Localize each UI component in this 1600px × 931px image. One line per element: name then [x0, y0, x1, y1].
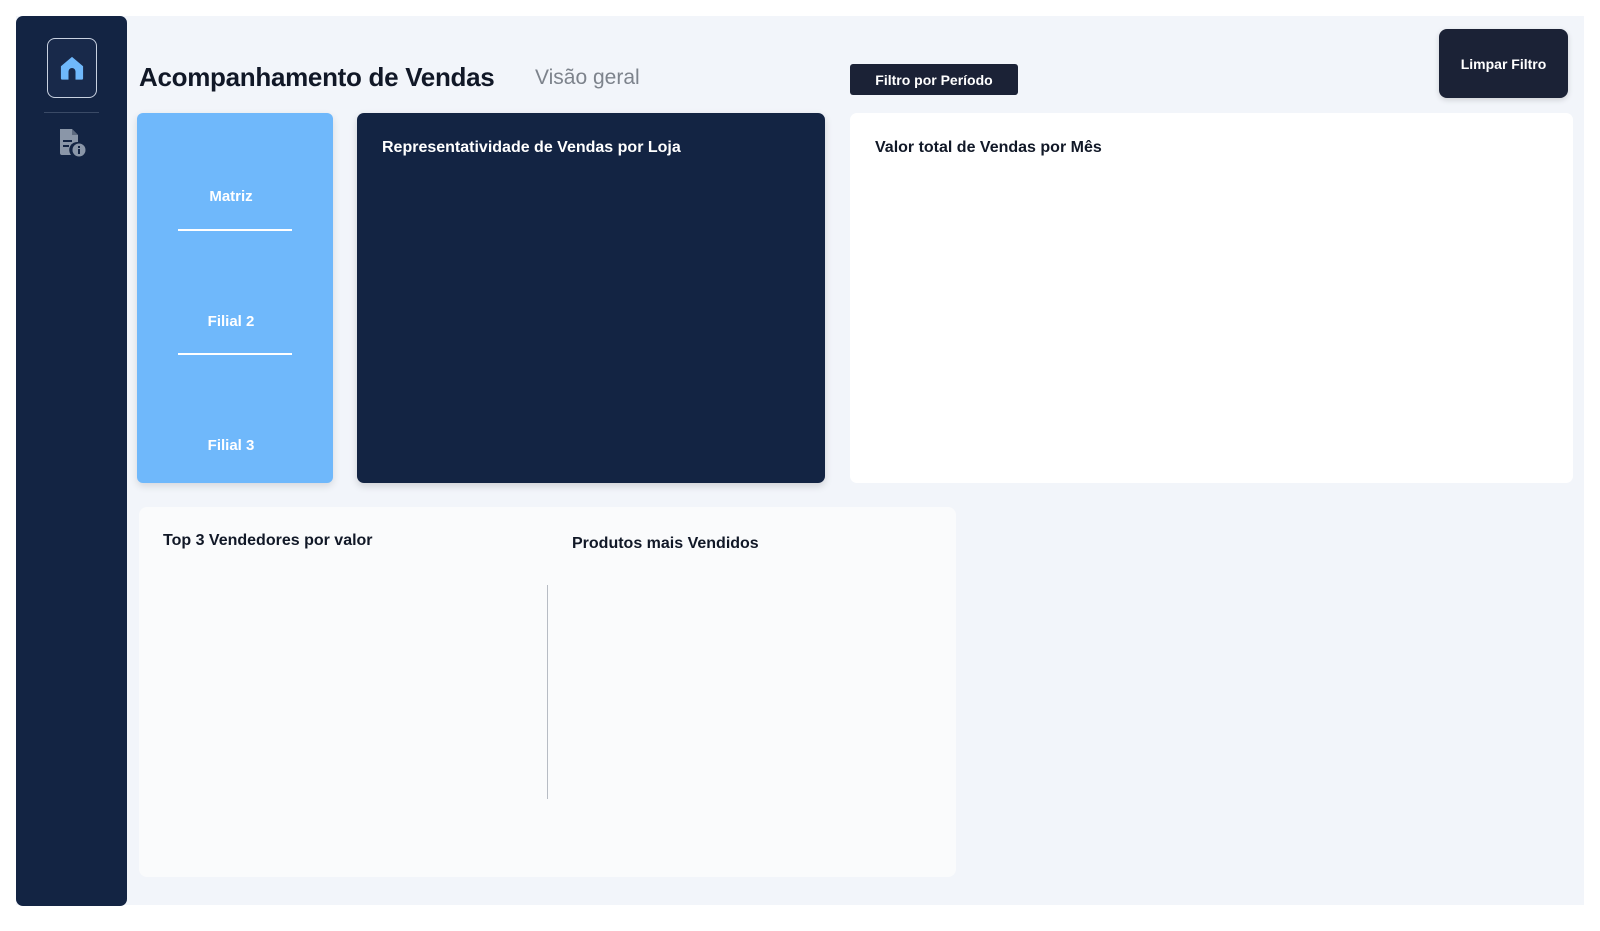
- nav-report-button[interactable]: [56, 126, 88, 160]
- clear-filter-button[interactable]: Limpar Filtro: [1439, 29, 1568, 98]
- period-filter-button[interactable]: Filtro por Período: [850, 64, 1018, 95]
- store-item-matriz[interactable]: Matriz: [137, 188, 325, 205]
- store-selector: Matriz Filial 2 Filial 3: [137, 113, 333, 483]
- top-products-title: Produtos mais Vendidos: [572, 535, 759, 552]
- report-info-icon: [60, 129, 86, 157]
- store-share-card: Representatividade de Vendas por Loja: [357, 113, 825, 483]
- store-divider: [178, 229, 292, 231]
- rankings-divider: [547, 585, 548, 799]
- monthly-total-title: Valor total de Vendas por Mês: [875, 139, 1102, 156]
- sidebar-divider: [44, 112, 99, 113]
- top-sellers-title: Top 3 Vendedores por valor: [163, 532, 373, 549]
- nav-home-button[interactable]: [47, 38, 97, 98]
- page-subtitle: Visão geral: [535, 66, 640, 89]
- store-item-filial-3[interactable]: Filial 3: [137, 437, 325, 454]
- store-share-title: Representatividade de Vendas por Loja: [382, 139, 681, 156]
- monthly-total-card: Valor total de Vendas por Mês: [850, 113, 1573, 483]
- home-icon: [60, 56, 84, 80]
- sidebar: [16, 16, 127, 906]
- page-title: Acompanhamento de Vendas: [139, 62, 495, 92]
- rankings-card: Top 3 Vendedores por valor Produtos mais…: [139, 507, 956, 877]
- store-item-filial-2[interactable]: Filial 2: [137, 313, 325, 330]
- store-divider: [178, 353, 292, 355]
